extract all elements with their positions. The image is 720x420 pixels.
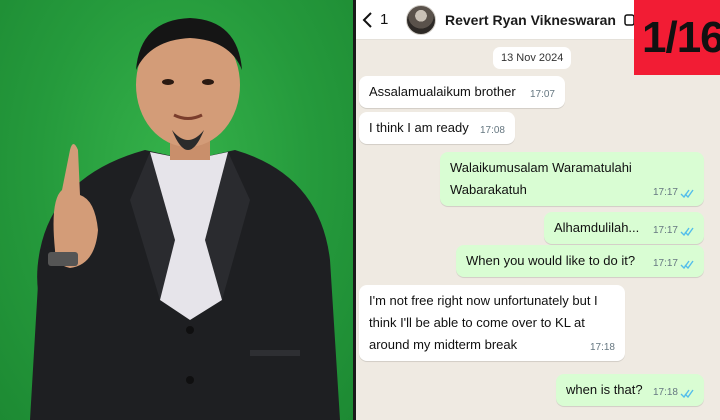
message-outgoing[interactable]: Walaikumusalam Waramatulahi Wabarakatuh … (440, 152, 704, 206)
message-meta: 17:17 (653, 187, 694, 199)
message-incoming[interactable]: Assalamualaikum brother 17:07 (359, 76, 565, 108)
date-separator: 13 Nov 2024 (493, 47, 572, 69)
double-check-read-icon (680, 260, 694, 269)
message-meta: 17:08 (480, 125, 505, 137)
message-outgoing[interactable]: when is that? 17:18 (556, 374, 704, 406)
message-meta: 17:17 (653, 225, 694, 237)
message-meta: 17:07 (530, 89, 555, 101)
message-time: 17:18 (652, 387, 678, 398)
double-check-read-icon (680, 389, 694, 398)
message-time: 17:17 (652, 225, 678, 236)
message-text: When you would like to do it? (466, 253, 636, 268)
contact-name[interactable]: Revert Ryan Vikneswaran (445, 12, 616, 28)
back-arrow-icon[interactable] (356, 9, 378, 31)
double-check-read-icon (680, 227, 694, 236)
message-text: when is that? (566, 382, 643, 397)
message-text: I think I am ready (369, 120, 469, 135)
message-outgoing[interactable]: Alhamdulilah... 17:17 (544, 212, 704, 244)
message-time: 17:08 (479, 125, 505, 136)
double-check-read-icon (680, 189, 694, 198)
speaker-photo (0, 0, 353, 420)
message-outgoing[interactable]: When you would like to do it? 17:17 (456, 245, 704, 277)
unread-count[interactable]: 1 (380, 11, 400, 28)
message-incoming[interactable]: I think I am ready 17:08 (359, 112, 515, 144)
chat-screenshot: 1 Revert Ryan Vikneswaran 1/16 13 Nov 20… (356, 0, 720, 420)
man-in-suit-illustration (30, 18, 340, 420)
message-text: I'm not free right now unfortunately but… (369, 293, 598, 352)
message-time: 17:17 (652, 258, 678, 269)
message-text: Walaikumusalam Waramatulahi Wabarakatuh (450, 160, 632, 197)
message-text: Alhamdulilah... (554, 220, 640, 235)
message-meta: 17:18 (590, 342, 615, 354)
message-time: 17:07 (529, 89, 555, 100)
message-time: 17:18 (589, 342, 615, 353)
message-text: Assalamualaikum brother (369, 84, 516, 99)
contact-avatar[interactable] (406, 4, 436, 35)
message-time: 17:17 (652, 187, 678, 198)
message-meta: 17:18 (653, 387, 694, 399)
message-incoming[interactable]: I'm not free right now unfortunately but… (359, 285, 625, 361)
page-counter-badge: 1/16 (634, 0, 720, 75)
message-meta: 17:17 (653, 258, 694, 270)
